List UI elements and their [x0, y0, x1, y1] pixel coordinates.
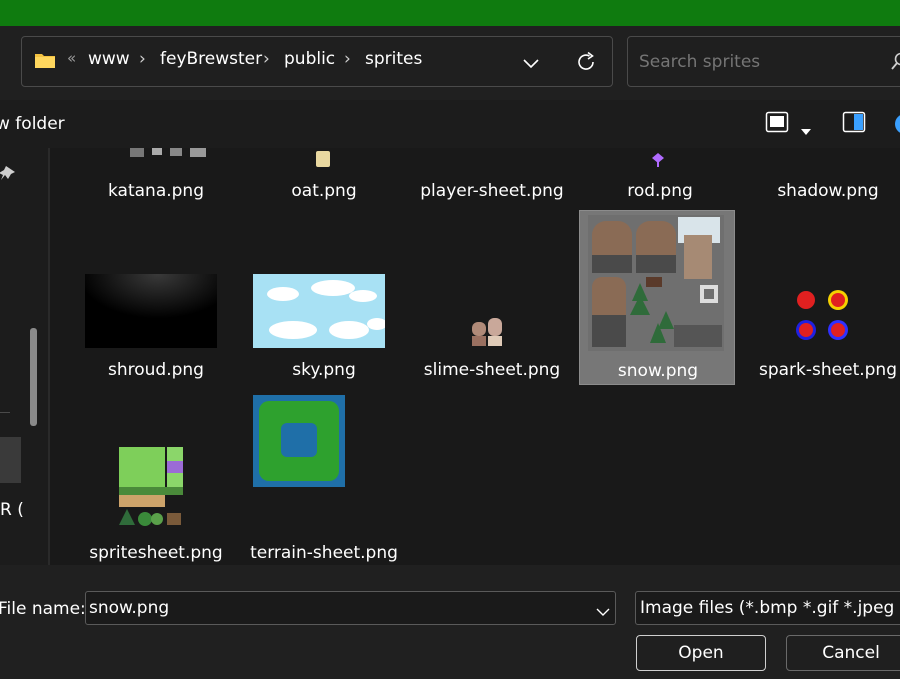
file-name: snow.png	[617, 361, 699, 381]
chevron-down-icon[interactable]	[596, 602, 610, 622]
katana-thumbnail	[90, 148, 220, 163]
rod-thumbnail	[652, 153, 664, 167]
spritesheet-thumbnail	[119, 447, 183, 527]
file-name-label: File name:	[0, 599, 86, 619]
command-bar: w folder	[0, 100, 900, 148]
file-item-rod[interactable]: rod.png	[582, 148, 738, 201]
sidebar-scrollbar[interactable]	[30, 328, 37, 426]
preview-pane-icon[interactable]	[842, 111, 866, 138]
file-item-slime-sheet[interactable]: slime-sheet.png	[414, 210, 570, 385]
search-box[interactable]	[627, 36, 900, 87]
file-item-spritesheet[interactable]: spritesheet.png	[78, 391, 234, 565]
help-icon[interactable]	[893, 112, 900, 141]
spark-sheet-thumbnail	[792, 286, 856, 348]
player-sheet-thumbnail	[422, 148, 562, 163]
breadcrumb-www[interactable]: www	[88, 49, 130, 69]
file-name: spark-sheet.png	[758, 360, 897, 380]
file-name: spritesheet.png	[89, 543, 223, 563]
file-item-katana[interactable]: katana.png	[78, 148, 234, 201]
terrain-sheet-thumbnail	[253, 395, 345, 487]
file-name: player-sheet.png	[420, 181, 564, 201]
caret-down-icon[interactable]	[801, 120, 811, 140]
oat-thumbnail	[316, 151, 330, 167]
cancel-button[interactable]: Cancel	[786, 635, 900, 671]
sky-thumbnail	[253, 274, 385, 348]
navigation-pane: R (	[0, 148, 48, 565]
file-name: oat.png	[291, 181, 357, 201]
file-name-field[interactable]: snow.png	[85, 591, 616, 625]
address-bar[interactable]: « www › feyBrewster › public › sprites	[21, 36, 613, 87]
navigation-header: « www › feyBrewster › public › sprites	[0, 26, 900, 100]
shroud-thumbnail	[85, 274, 217, 348]
search-icon[interactable]	[890, 52, 900, 77]
file-name: sky.png	[292, 360, 356, 380]
file-item-terrain-sheet[interactable]: terrain-sheet.png	[246, 391, 402, 565]
view-toggle-icon[interactable]	[765, 111, 789, 138]
new-folder-button[interactable]: w folder	[0, 114, 65, 134]
chevron-down-icon[interactable]	[522, 54, 540, 74]
breadcrumb-sprites[interactable]: sprites	[365, 49, 422, 69]
open-button[interactable]: Open	[636, 635, 766, 671]
slime-sheet-thumbnail	[472, 318, 502, 346]
file-type-select[interactable]: Image files (*.bmp *.gif *.jpeg *	[635, 591, 900, 625]
refresh-icon[interactable]	[574, 50, 598, 79]
file-name: shadow.png	[777, 181, 879, 201]
sidebar-selected-item[interactable]	[0, 437, 21, 483]
breadcrumb-separator: ›	[139, 49, 146, 69]
file-name: shroud.png	[108, 360, 204, 380]
breadcrumb-separator: ›	[263, 49, 270, 69]
title-bar	[0, 0, 900, 26]
breadcrumb-feybrewster[interactable]: feyBrewster	[160, 49, 262, 69]
dialog-footer: File name: snow.png Image files (*.bmp *…	[0, 565, 900, 679]
file-name: rod.png	[627, 181, 693, 201]
file-item-shadow[interactable]: shadow.png	[750, 148, 900, 201]
file-item-oat[interactable]: oat.png	[246, 148, 402, 201]
file-name: terrain-sheet.png	[250, 543, 398, 563]
file-item-sky[interactable]: sky.png	[246, 210, 402, 385]
folder-icon	[34, 51, 56, 74]
file-name-value[interactable]: snow.png	[89, 598, 169, 618]
file-item-shroud[interactable]: shroud.png	[78, 210, 234, 385]
breadcrumb-overflow[interactable]: «	[67, 49, 76, 67]
breadcrumb-public[interactable]: public	[284, 49, 335, 69]
pin-icon[interactable]	[0, 164, 18, 189]
file-type-value: Image files (*.bmp *.gif *.jpeg *	[640, 598, 900, 618]
breadcrumb-separator: ›	[344, 49, 351, 69]
file-item-spark-sheet[interactable]: spark-sheet.png	[750, 210, 900, 385]
sidebar-divider	[0, 412, 10, 413]
search-input[interactable]	[639, 52, 869, 72]
snow-thumbnail	[588, 215, 724, 351]
file-item-snow[interactable]: snow.png	[579, 210, 735, 385]
file-name: katana.png	[108, 181, 204, 201]
file-item-player-sheet[interactable]: player-sheet.png	[414, 148, 570, 201]
sidebar-drive-label[interactable]: R (	[0, 500, 24, 520]
file-list: katana.png oat.png player-sheet.png rod.…	[50, 148, 900, 565]
